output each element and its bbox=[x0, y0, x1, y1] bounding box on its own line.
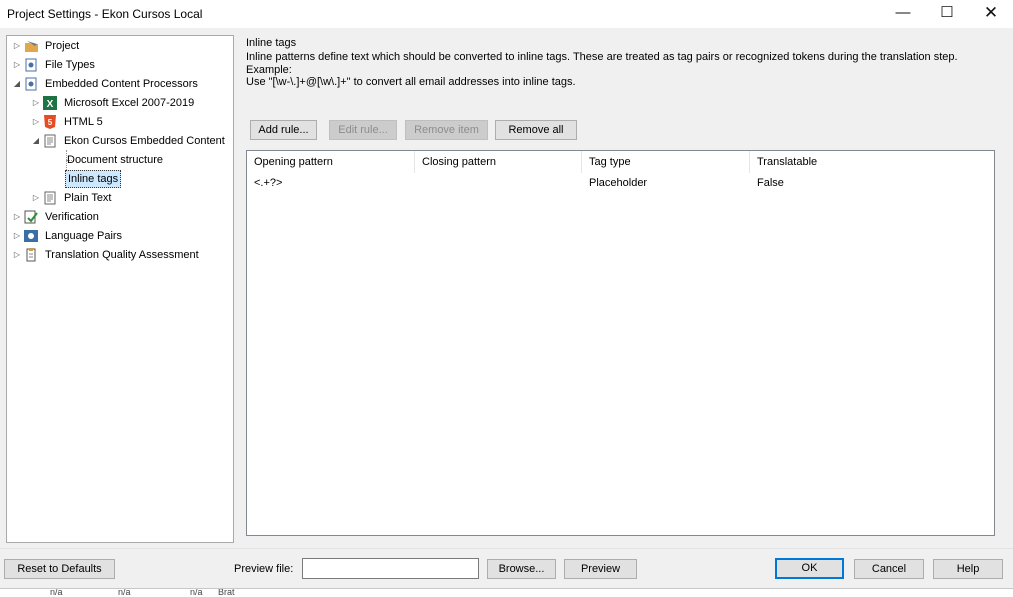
expand-icon[interactable]: ▷ bbox=[12, 246, 22, 264]
settings-tree[interactable]: ▷ Project ▷ File Types ◢ Embedded Conten… bbox=[6, 35, 234, 543]
tqa-icon bbox=[24, 248, 38, 262]
add-rule-button[interactable]: Add rule... bbox=[250, 120, 317, 140]
cell-tag-type: Placeholder bbox=[589, 177, 648, 189]
svg-text:5: 5 bbox=[48, 118, 53, 127]
maximize-button[interactable]: ☐ bbox=[924, 0, 970, 28]
tree-item-label: Plain Text bbox=[64, 192, 112, 204]
expand-icon[interactable]: ▷ bbox=[12, 227, 22, 245]
tree-item-label: Translation Quality Assessment bbox=[45, 249, 199, 261]
expand-icon[interactable]: ▷ bbox=[31, 113, 41, 131]
project-icon bbox=[24, 39, 38, 53]
html5-icon: 5 bbox=[43, 115, 57, 129]
embedded-content-icon bbox=[24, 77, 38, 91]
tree-item-label: File Types bbox=[45, 59, 95, 71]
expand-icon[interactable]: ▷ bbox=[31, 94, 41, 112]
preview-file-label: Preview file: bbox=[234, 563, 294, 575]
close-button[interactable]: ✕ bbox=[968, 0, 1013, 28]
expand-icon[interactable]: ▷ bbox=[12, 208, 22, 226]
tree-item-label: Ekon Cursos Embedded Content bbox=[64, 135, 225, 147]
column-header-tag-type[interactable]: Tag type bbox=[582, 151, 750, 173]
svg-text:X: X bbox=[47, 99, 54, 110]
excel-icon: X bbox=[43, 96, 57, 110]
tree-item-label: Verification bbox=[45, 211, 99, 223]
edit-rule-button[interactable]: Edit rule... bbox=[329, 120, 397, 140]
column-header-closing-pattern[interactable]: Closing pattern bbox=[415, 151, 582, 173]
cell-closing-pattern bbox=[415, 174, 582, 192]
collapse-icon[interactable]: ◢ bbox=[31, 132, 41, 150]
tree-item-label: Language Pairs bbox=[45, 230, 123, 242]
column-header-opening-pattern[interactable]: Opening pattern bbox=[247, 151, 415, 173]
table-header: Opening pattern Closing pattern Tag type… bbox=[247, 151, 994, 173]
window-title: Project Settings - Ekon Cursos Local bbox=[7, 7, 203, 21]
file-types-icon bbox=[24, 58, 38, 72]
document-icon bbox=[43, 134, 57, 148]
description-line: Example: bbox=[246, 63, 292, 76]
tree-item-label: Microsoft Excel 2007-2019 bbox=[64, 97, 195, 109]
remove-all-button[interactable]: Remove all bbox=[495, 120, 577, 140]
panel-title: Inline tags bbox=[246, 37, 297, 49]
tree-item-label: Inline tags bbox=[65, 170, 122, 188]
preview-button[interactable]: Preview bbox=[564, 559, 637, 579]
tree-item-label: Document structure bbox=[67, 154, 163, 166]
browse-button[interactable]: Browse... bbox=[487, 559, 556, 579]
table-row[interactable]: <.+?> Placeholder False bbox=[247, 174, 994, 192]
description-line: Inline patterns define text which should… bbox=[246, 51, 958, 63]
minimize-button[interactable]: — bbox=[880, 0, 926, 28]
tree-item-label: Project bbox=[45, 40, 80, 52]
reset-to-defaults-button[interactable]: Reset to Defaults bbox=[4, 559, 115, 579]
column-header-translatable[interactable]: Translatable bbox=[750, 151, 994, 173]
expand-icon[interactable]: ▷ bbox=[31, 189, 41, 207]
expand-icon[interactable]: ▷ bbox=[12, 37, 22, 55]
tree-item-label: Embedded Content Processors bbox=[45, 78, 198, 90]
ok-button[interactable]: OK bbox=[775, 558, 844, 579]
help-button[interactable]: Help bbox=[933, 559, 1003, 579]
tree-item-label: HTML 5 bbox=[64, 116, 103, 128]
expand-icon[interactable]: ▷ bbox=[12, 56, 22, 74]
cell-opening-pattern: <.+?> bbox=[254, 177, 283, 189]
cancel-button[interactable]: Cancel bbox=[854, 559, 924, 579]
collapse-icon[interactable]: ◢ bbox=[12, 75, 22, 93]
document-icon bbox=[43, 191, 57, 205]
title-bar: Project Settings - Ekon Cursos Local — ☐… bbox=[0, 0, 1013, 28]
footer-divider bbox=[0, 548, 1013, 549]
language-pairs-icon bbox=[24, 229, 38, 243]
description-line: Use "[\w-\.]+@[\w\.]+" to convert all em… bbox=[246, 76, 576, 88]
inline-tags-table[interactable]: Opening pattern Closing pattern Tag type… bbox=[246, 150, 995, 536]
preview-file-input[interactable] bbox=[302, 558, 479, 579]
remove-item-button[interactable]: Remove item bbox=[405, 120, 488, 140]
verification-icon bbox=[24, 210, 38, 224]
panel-description: Inline patterns define text which should… bbox=[246, 51, 991, 89]
cell-translatable: False bbox=[757, 177, 784, 189]
